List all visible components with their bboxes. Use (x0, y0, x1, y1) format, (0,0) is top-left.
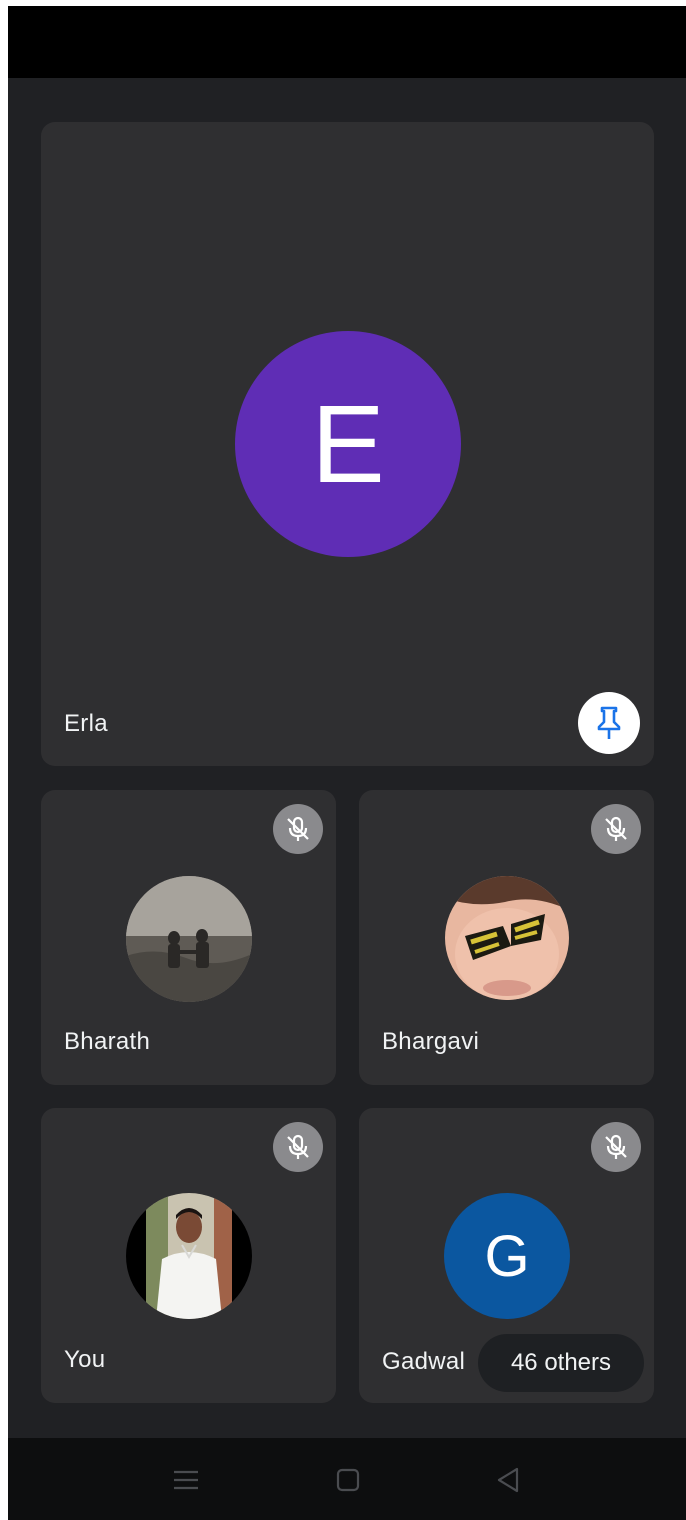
avatar-photo (126, 1193, 252, 1319)
participant-name: Bhargavi (382, 1028, 480, 1055)
mic-off-icon (605, 816, 627, 841)
participant-tile-erla[interactable]: E Erla (41, 122, 654, 766)
participant-name: Bharath (64, 1028, 151, 1055)
others-chip[interactable]: 46 others (478, 1334, 644, 1392)
system-nav-bar (8, 1438, 686, 1520)
menu-icon (174, 1470, 198, 1490)
back-button[interactable] (486, 1458, 530, 1502)
mic-off-indicator (591, 804, 641, 854)
back-icon (497, 1467, 519, 1493)
others-chip-label: 46 others (510, 1349, 612, 1376)
avatar-photo (126, 876, 252, 1002)
recents-button[interactable] (164, 1458, 208, 1502)
mic-off-icon (287, 816, 309, 841)
participant-tile-bharath[interactable]: Bharath (41, 790, 336, 1085)
mic-off-indicator (273, 804, 323, 854)
mic-off-icon (287, 1134, 309, 1159)
status-bar (8, 6, 686, 78)
participant-name: Gadwal (382, 1348, 466, 1375)
participant-tile-bhargavi[interactable]: Bhargavi (359, 790, 654, 1085)
participant-name: You (64, 1346, 106, 1373)
home-button[interactable] (326, 1458, 370, 1502)
avatar-gadwal: G (444, 1193, 570, 1319)
participant-name: Erla (64, 710, 108, 737)
meeting-screen: E Erla Bharath Bhargavi You G Gadwal 46 … (8, 6, 686, 1520)
pin-button[interactable] (578, 692, 640, 754)
home-icon (336, 1468, 360, 1492)
avatar-photo (445, 876, 569, 1000)
avatar-letter: G (484, 1223, 530, 1289)
mic-off-indicator (591, 1122, 641, 1172)
pin-icon (597, 706, 621, 739)
avatar-erla: E (235, 331, 461, 557)
mic-off-icon (605, 1134, 627, 1159)
mic-off-indicator (273, 1122, 323, 1172)
participant-tile-you[interactable]: You (41, 1108, 336, 1403)
avatar-letter: E (311, 382, 385, 506)
